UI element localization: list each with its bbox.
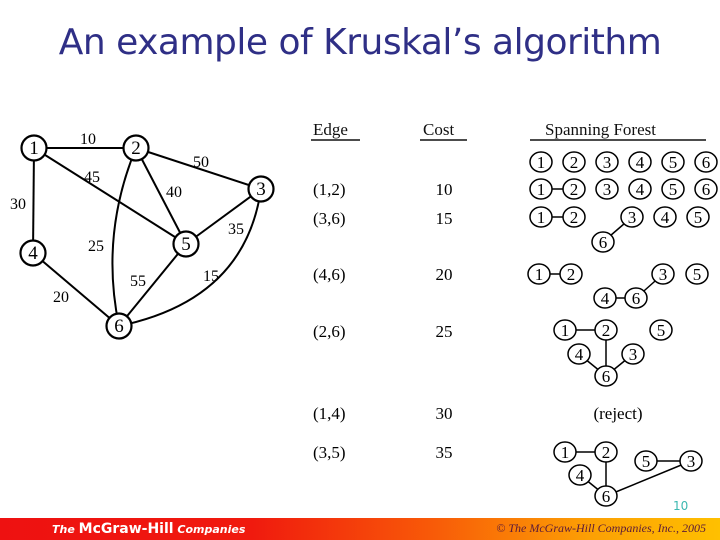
forest-node-label-5: 5 xyxy=(642,452,651,471)
forest-node-label-6: 6 xyxy=(602,487,611,506)
forest-node-label-1: 1 xyxy=(537,208,546,227)
forest-node-label-4: 4 xyxy=(661,208,670,227)
forest-node-label-5: 5 xyxy=(694,208,703,227)
forest-node-label-1: 1 xyxy=(561,443,570,462)
step-edge: (4,6) xyxy=(313,265,346,284)
forest-node-label-3: 3 xyxy=(603,153,612,172)
spanning-forest-step-3: 1 2 3 4 5 6 xyxy=(527,263,709,309)
forest-node-label-1: 1 xyxy=(561,321,570,340)
forest-node-label-4: 4 xyxy=(636,153,645,172)
forest-node-label-5: 5 xyxy=(657,321,666,340)
forest-node-label-2: 2 xyxy=(602,321,611,340)
forest-node-label-4: 4 xyxy=(601,289,610,308)
step-cost: 35 xyxy=(436,443,453,462)
kruskal-steps-table: 1 2 3 4 5 6(1,2) 10 1 2 3 4 5 6(3,6) 15 1 2 3 4 56(4,6) 20 1… xyxy=(313,151,718,507)
step-cost: 25 xyxy=(436,322,453,341)
copyright-notice: © The McGraw-Hill Companies, Inc., 2005 xyxy=(496,521,706,535)
step-cost: 30 xyxy=(436,404,453,423)
step-result-reject: (reject) xyxy=(593,404,642,423)
forest-node-label-6: 6 xyxy=(599,233,608,252)
forest-node-label-4: 4 xyxy=(575,345,584,364)
step-edge: (1,2) xyxy=(313,180,346,199)
spanning-forest-step-6: 1 2 3 4 5 6 xyxy=(553,441,703,507)
footer-bar: The McGraw-Hill Companies © The McGraw-H… xyxy=(0,518,720,540)
forest-node-label-5: 5 xyxy=(693,265,702,284)
forest-node-label-2: 2 xyxy=(567,265,576,284)
forest-node-label-5: 5 xyxy=(669,153,678,172)
brand-name: McGraw-Hill xyxy=(78,521,174,537)
forest-node-label-2: 2 xyxy=(570,208,579,227)
forest-node-label-1: 1 xyxy=(535,265,544,284)
forest-node-label-3: 3 xyxy=(603,180,612,199)
forest-node-label-5: 5 xyxy=(669,180,678,199)
spanning-forest-step-2: 1 2 3 4 5 6 xyxy=(529,206,710,253)
forest-node-label-6: 6 xyxy=(702,180,711,199)
step-edge: (1,4) xyxy=(313,404,346,423)
forest-node-label-2: 2 xyxy=(570,180,579,199)
forest-node-label-3: 3 xyxy=(687,452,696,471)
spanning-forest-step-0: 1 2 3 4 5 6 xyxy=(529,151,718,173)
step-edge: (2,6) xyxy=(313,322,346,341)
brand-prefix: The xyxy=(52,523,75,536)
forest-node-label-3: 3 xyxy=(629,345,638,364)
step-cost: 15 xyxy=(436,209,453,228)
forest-node-label-6: 6 xyxy=(602,367,611,386)
forest-node-label-2: 2 xyxy=(570,153,579,172)
spanning-forest-step-4: 1 23456 xyxy=(553,319,673,387)
forest-node-label-4: 4 xyxy=(576,466,585,485)
publisher-logo: The McGraw-Hill Companies xyxy=(52,521,245,537)
step-edge: (3,6) xyxy=(313,209,346,228)
forest-node-label-3: 3 xyxy=(628,208,637,227)
forest-node-label-2: 2 xyxy=(602,443,611,462)
forest-node-label-1: 1 xyxy=(537,153,546,172)
page-number: 10 xyxy=(673,499,689,513)
forest-node-label-4: 4 xyxy=(636,180,645,199)
step-cost: 20 xyxy=(436,265,453,284)
forest-node-label-6: 6 xyxy=(632,289,641,308)
forest-node-label-1: 1 xyxy=(537,180,546,199)
brand-suffix: Companies xyxy=(177,523,246,536)
step-edge: (3,5) xyxy=(313,443,346,462)
step-cost: 10 xyxy=(436,180,453,199)
forest-node-label-3: 3 xyxy=(659,265,668,284)
forest-node-label-6: 6 xyxy=(702,153,711,172)
spanning-forest-step-1: 1 2 3 4 5 6 xyxy=(529,178,718,200)
